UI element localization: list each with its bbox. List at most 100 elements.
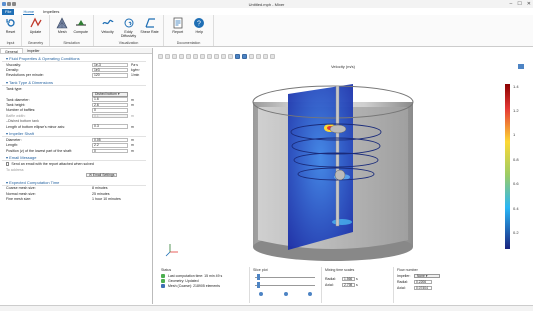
slice-option-icon[interactable] — [283, 292, 288, 296]
transparency-icon[interactable] — [242, 53, 247, 59]
shaft-length-input[interactable]: 2.2 — [92, 143, 128, 148]
tab-impellers[interactable]: Impellers — [43, 9, 59, 14]
tank-height-input[interactable]: 2.6 — [92, 102, 128, 108]
eddy-diffusivity-button[interactable]: Eddy Diffusivity — [118, 17, 139, 38]
mesh-status-icon — [161, 284, 165, 289]
light-icon[interactable] — [221, 53, 226, 59]
upper-impeller — [329, 124, 347, 134]
maximize-button[interactable]: ☐ — [517, 1, 521, 7]
view-select-icon[interactable] — [186, 53, 191, 59]
print-icon[interactable] — [270, 53, 275, 59]
tank-diameter-input[interactable]: 1.6 — [92, 97, 128, 102]
viscosity-input[interactable]: 1e-3 — [92, 62, 128, 67]
send-email-checkbox[interactable] — [6, 162, 10, 166]
shaft-length-label: Length: — [6, 143, 18, 148]
baffles-input[interactable]: 0 — [92, 108, 128, 113]
ribbon: Reset Input Update Geometry Mesh Compute… — [0, 15, 533, 47]
velocity-button[interactable]: Velocity — [97, 17, 118, 34]
rotate-icon[interactable] — [193, 53, 198, 59]
colorbar-tick-label: 0.2 — [513, 230, 519, 235]
compute-button[interactable]: Compute — [72, 17, 91, 34]
reset-button[interactable]: Reset — [3, 17, 18, 34]
compute-icon — [75, 20, 86, 26]
ribbon-group-input: Reset Input — [0, 15, 22, 46]
ellipse-axis-input[interactable]: 0.3 — [92, 124, 128, 129]
colorbar-tick-label: 0.8 — [513, 157, 519, 162]
high-velocity-region — [332, 219, 352, 225]
slice-plot-panel: Slice plot — [250, 267, 322, 303]
minimize-button[interactable]: – — [510, 1, 513, 7]
slice-slider[interactable] — [253, 274, 318, 280]
ribbon-group-documentation: Report ? Help Documentation — [164, 15, 214, 46]
email-address-field[interactable]: To address — [6, 168, 24, 172]
baffle-width-input: 0.1 — [92, 113, 128, 119]
mesh-button[interactable]: Mesh — [53, 17, 72, 34]
radial-flow-value: 0.2206 — [414, 279, 432, 285]
axial-mixing-label: Axial: — [325, 283, 334, 287]
file-menu[interactable]: File — [2, 8, 15, 15]
report-icon — [173, 17, 183, 29]
shaft-position-input[interactable]: 0 — [92, 148, 128, 153]
close-button[interactable]: ✕ — [527, 1, 531, 7]
render-icon[interactable] — [214, 53, 219, 59]
tab-home[interactable]: Home — [23, 9, 35, 15]
help-button[interactable]: ? Help — [189, 17, 211, 34]
check-icon — [161, 273, 165, 278]
tab-general[interactable]: General — [0, 48, 23, 54]
slice-angle-slider[interactable] — [253, 282, 318, 288]
rpm-input[interactable]: 120 — [92, 73, 128, 78]
tab-impeller[interactable]: Impeller — [23, 48, 44, 53]
zoom-box-icon[interactable] — [172, 53, 177, 59]
density-input[interactable]: 1e3 — [92, 67, 128, 73]
status-bar — [0, 305, 533, 311]
mesh-icon — [56, 17, 68, 29]
zoom-in-icon[interactable] — [158, 53, 163, 59]
plot-title: Velocity (m/s) — [330, 64, 355, 69]
eddy-diffusivity-icon — [124, 18, 133, 28]
grid-icon[interactable] — [256, 53, 261, 59]
send-email-label: Send an email with the report attached w… — [11, 162, 94, 167]
fluid-properties-section: ▾ Fluid Properties & Operating Condition… — [0, 56, 152, 78]
shaft-diameter-input[interactable]: 0.05 — [92, 137, 128, 143]
title-bar: Untitled.mph - Mixer – ☐ ✕ — [0, 0, 533, 8]
email-settings-button[interactable]: ✉ Email Settings — [86, 172, 118, 178]
shear-rate-button[interactable]: Shear Rate — [139, 17, 160, 34]
baffles-label: Number of baffles: — [6, 108, 36, 113]
radial-mixing-label: Radial: — [325, 277, 336, 281]
window-title: Untitled.mph - Mixer — [248, 2, 285, 7]
pan-icon[interactable] — [200, 53, 205, 59]
graphics-canvas[interactable]: Velocity (m/s) 1.4 1.2 1 0.8 0.6 0.4 0.2 — [158, 62, 528, 262]
selection-mode-icon[interactable] — [235, 53, 240, 59]
impeller-select[interactable]: None ▾ — [414, 273, 440, 279]
mixing-time-panel: Mixing time scales Radial: 1.566 s Axial: 2… — [322, 267, 394, 303]
normal-mesh-label: Normal mesh size: — [6, 191, 36, 196]
view-axis-icon[interactable] — [207, 53, 212, 59]
viscosity-label: Viscosity: — [6, 62, 22, 67]
wireframe-icon[interactable] — [249, 53, 254, 59]
colorbar-tick-label: 0.4 — [513, 206, 519, 211]
ellipse-axis-label: Length of bottom ellipse's minor axis: — [6, 124, 66, 129]
impeller-select-label: Impeller: — [397, 274, 411, 278]
impeller-shaft — [335, 85, 340, 227]
slice-option-icon[interactable] — [308, 292, 312, 296]
screenshot-icon[interactable] — [263, 53, 268, 59]
status-item: Geometry: Updated — [168, 279, 199, 284]
report-button[interactable]: Report — [167, 17, 189, 34]
tank-diameter-label: Tank diameter: — [6, 97, 30, 102]
status-item: Last computation time: 15 min 49 s — [168, 273, 223, 278]
ribbon-group-label: Visualization — [118, 41, 139, 45]
zoom-out-icon[interactable] — [165, 53, 170, 59]
mixer-3d-view: 1.4 1.2 1 0.8 0.6 0.4 0.2 — [165, 64, 524, 261]
colorbar-tick-label: 0.6 — [513, 181, 519, 186]
slice-option-icon[interactable] — [259, 292, 263, 296]
coarse-mesh-label: Coarse mesh size: — [6, 186, 36, 191]
refresh-icon[interactable] — [228, 53, 233, 59]
colorbar-tick-label: 1.2 — [513, 108, 519, 113]
settings-panel: General Impeller ▾ Fluid Properties & Op… — [0, 48, 153, 304]
ribbon-group-label: Simulation — [63, 41, 80, 45]
check-icon — [161, 279, 165, 284]
ribbon-group-visualization: Velocity Eddy Diffusivity Shear Rate Vis… — [94, 15, 164, 46]
update-button[interactable]: Update — [25, 17, 46, 34]
zoom-extents-icon[interactable] — [179, 53, 184, 59]
tank-type-select[interactable]: Dished bottom ▾ — [92, 91, 128, 97]
